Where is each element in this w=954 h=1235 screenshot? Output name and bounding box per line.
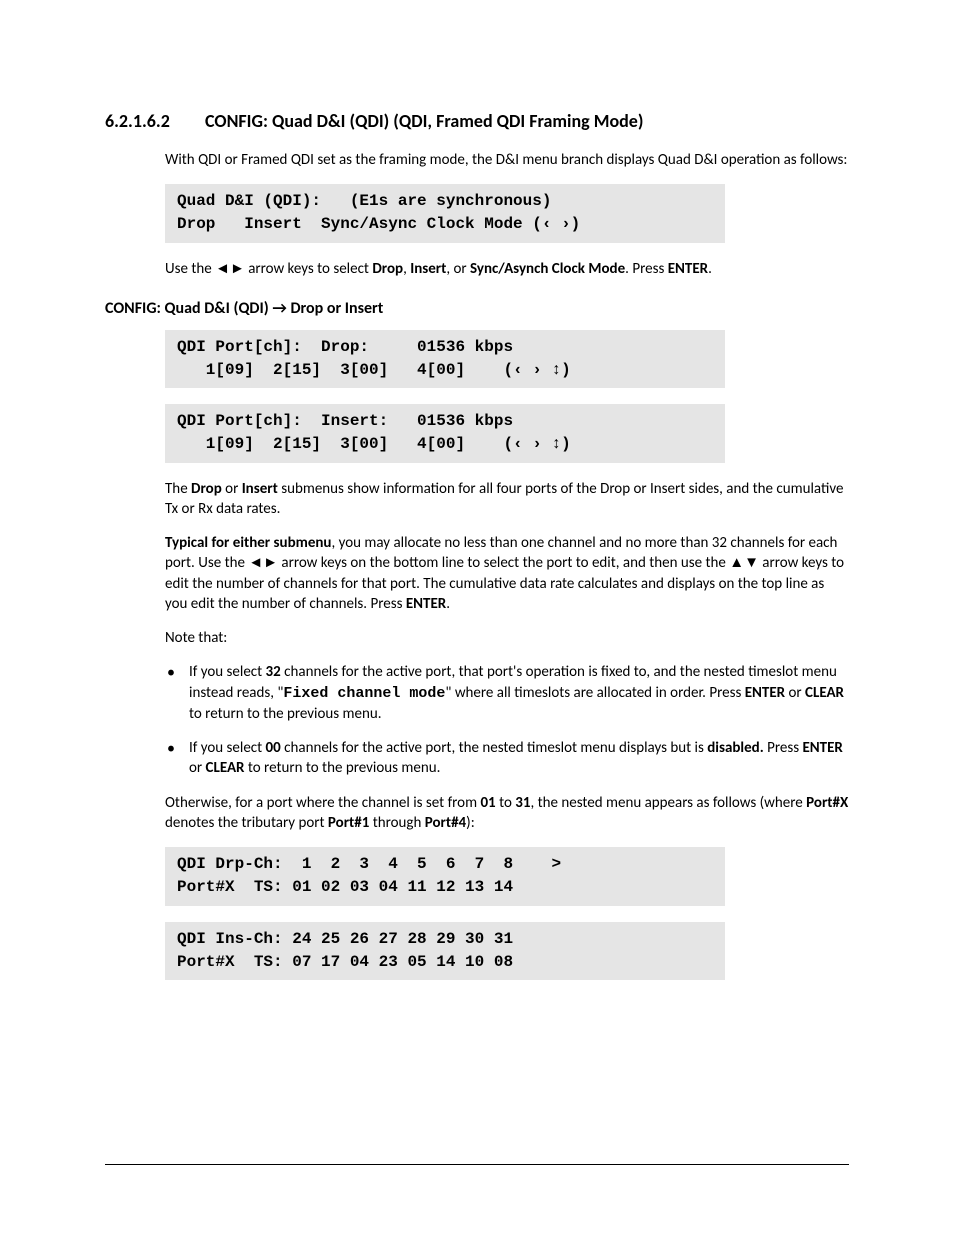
text-run: Otherwise, for a port where the channel …	[165, 794, 480, 812]
bold-run: ENTER	[745, 684, 785, 702]
lcd-line: Quad D&I (QDI): (E1s are synchronous)	[177, 192, 551, 210]
text-run: through	[369, 814, 424, 832]
lcd-line: Port#X TS: 01 02 03 04 11 12 13 14	[177, 878, 513, 896]
text-run: to return to the previous menu.	[244, 759, 440, 777]
text-run: " where all timeslots are allocated in o…	[445, 684, 744, 702]
text-run: channels for the active port, the nested…	[281, 739, 707, 757]
text-run: Use the ◄► arrow keys to select	[165, 260, 372, 278]
text-run: ):	[466, 814, 475, 832]
bold-run: disabled.	[707, 739, 763, 757]
bold-run: Port#1	[328, 814, 369, 832]
text-run: , or	[446, 260, 470, 278]
submenu-paragraph: The Drop or Insert submenus show informa…	[165, 479, 849, 520]
lcd-line: 1[09] 2[15] 3[00] 4[00] (‹ › ↕)	[177, 361, 571, 379]
bold-run: Drop	[372, 260, 403, 278]
note-that: Note that:	[165, 628, 849, 648]
lcd-screen-2: QDI Port[ch]: Drop: 01536 kbps 1[09] 2[1…	[165, 330, 725, 388]
instruction-paragraph: Use the ◄► arrow keys to select Drop, In…	[165, 259, 849, 279]
lcd-line: Port#X TS: 07 17 04 23 05 14 10 08	[177, 953, 513, 971]
text-run: .	[446, 595, 450, 613]
bold-run: 32	[266, 663, 281, 681]
lcd-screen-1: Quad D&I (QDI): (E1s are synchronous) Dr…	[165, 184, 725, 242]
lcd-line: QDI Port[ch]: Insert: 01536 kbps	[177, 412, 513, 430]
lcd-screen-3: QDI Port[ch]: Insert: 01536 kbps 1[09] 2…	[165, 404, 725, 462]
bold-run: Insert	[410, 260, 446, 278]
lcd-line: QDI Drp-Ch: 1 2 3 4 5 6 7 8 >	[177, 855, 561, 873]
bold-run: Port#4	[425, 814, 466, 832]
intro-paragraph: With QDI or Framed QDI set as the framin…	[165, 150, 849, 170]
bold-run: CLEAR	[805, 684, 844, 702]
subsection-heading: CONFIG: Quad D&I (QDI) → Drop or Insert	[105, 299, 849, 318]
text-run: to return to the previous menu.	[189, 705, 382, 723]
lcd-line: QDI Ins-Ch: 24 25 26 27 28 29 30 31	[177, 930, 513, 948]
text-run: If you select	[189, 739, 266, 757]
lcd-line: QDI Port[ch]: Drop: 01536 kbps	[177, 338, 513, 356]
bold-run: CLEAR	[206, 759, 245, 777]
text-run: .	[708, 260, 712, 278]
bold-run: Sync/Asynch Clock Mode	[470, 260, 625, 278]
list-item: If you select 32 channels for the active…	[189, 662, 849, 724]
text-run: The	[165, 480, 191, 498]
bold-run: 00	[266, 739, 281, 757]
text-run: or	[785, 684, 805, 702]
section-heading: 6.2.1.6.2CONFIG: Quad D&I (QDI) (QDI, Fr…	[105, 110, 849, 132]
text-run: . Press	[625, 260, 668, 278]
bold-run: Drop	[191, 480, 222, 498]
lcd-line: Drop Insert Sync/Async Clock Mode (‹ ›)	[177, 215, 580, 233]
footer-rule	[105, 1164, 849, 1165]
lcd-line: 1[09] 2[15] 3[00] 4[00] (‹ › ↕)	[177, 435, 571, 453]
list-item: If you select 00 channels for the active…	[189, 738, 849, 779]
otherwise-paragraph: Otherwise, for a port where the channel …	[165, 793, 849, 834]
document-page: 6.2.1.6.2CONFIG: Quad D&I (QDI) (QDI, Fr…	[0, 0, 954, 1235]
text-run: to	[496, 794, 516, 812]
bold-run: Insert	[242, 480, 278, 498]
lcd-screen-4: QDI Drp-Ch: 1 2 3 4 5 6 7 8 > Port#X TS:…	[165, 847, 725, 905]
text-run: or	[189, 759, 206, 777]
section-number: 6.2.1.6.2	[105, 110, 205, 132]
bold-run: ENTER	[802, 739, 842, 757]
bold-run: 01	[480, 794, 495, 812]
text-run: denotes the tributary port	[165, 814, 328, 832]
mono-run: Fixed channel mode	[283, 685, 445, 702]
lcd-screen-5: QDI Ins-Ch: 24 25 26 27 28 29 30 31 Port…	[165, 922, 725, 980]
bold-run: Typical for either submenu	[165, 534, 331, 552]
typical-paragraph: Typical for either submenu, you may allo…	[165, 533, 849, 614]
bold-run: ENTER	[668, 260, 708, 278]
bold-run: ENTER	[406, 595, 446, 613]
text-run: or	[222, 480, 242, 498]
bold-run: Port#X	[806, 794, 848, 812]
text-run: If you select	[189, 663, 266, 681]
bold-run: 31	[515, 794, 530, 812]
bullet-list: If you select 32 channels for the active…	[105, 662, 849, 778]
section-title: CONFIG: Quad D&I (QDI) (QDI, Framed QDI …	[205, 110, 643, 132]
text-run: , the nested menu appears as follows (wh…	[530, 794, 806, 812]
text-run: Press	[764, 739, 803, 757]
